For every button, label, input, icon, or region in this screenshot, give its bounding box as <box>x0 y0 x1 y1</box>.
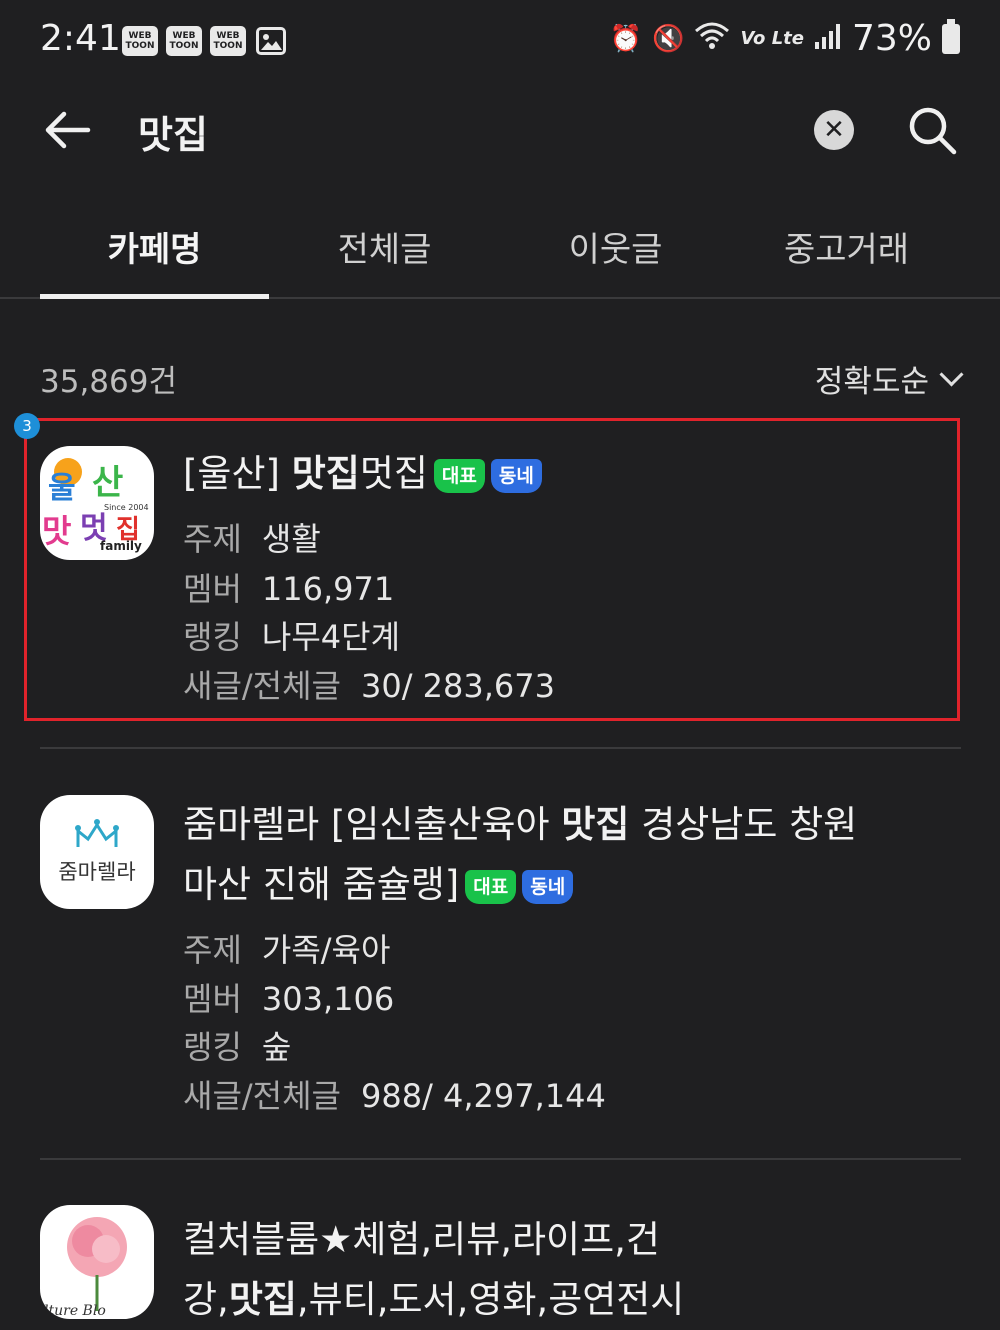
topic-label: 주제 <box>183 520 242 558</box>
sort-label: 정확도순 <box>814 364 929 400</box>
cafe-thumbnail[interactable]: 줌마렐라 <box>40 795 154 909</box>
status-right-cluster: ⏰ 🔇 Vo Lte 73% <box>610 18 960 59</box>
back-arrow-icon[interactable] <box>40 102 96 158</box>
tab-all-posts[interactable]: 전체글 <box>269 222 500 271</box>
battery-icon <box>942 18 960 54</box>
cafe-posts: 새글/전체글 988/ 4,297,144 <box>183 1071 606 1117</box>
cafe-ranking: 랭킹 숲 <box>183 1022 291 1068</box>
webtoon-notification-icon: WEB TOON <box>166 26 202 56</box>
cafe-name-keyword: 맛집 <box>291 452 360 495</box>
posts-label: 새글/전체글 <box>183 667 341 705</box>
status-time: 2:41 <box>40 18 121 59</box>
cafe-name[interactable]: 컬처블룸★체험,리뷰,라이프,건강,맛집,뷰티,도서,영화,공연전시 <box>183 1210 684 1330</box>
members-label: 멤버 <box>183 980 242 1018</box>
search-query-title[interactable]: 맛집 <box>138 104 208 159</box>
topic-value: 가족/육아 <box>261 931 391 969</box>
ranking-value: 숲 <box>261 1028 292 1066</box>
webtoon-notification-icon: WEB TOON <box>122 26 158 56</box>
ranking-label: 랭킹 <box>183 618 242 656</box>
clear-search-icon[interactable]: ✕ <box>814 110 854 150</box>
image-notification-icon <box>256 27 286 55</box>
thumb-text-ulsan: 울 <box>48 471 76 506</box>
ranking-value: 나무4단계 <box>261 618 401 656</box>
cafe-topic: 주제 가족/육아 <box>183 925 390 971</box>
svg-text:family: family <box>100 539 142 553</box>
volte-label: Vo Lte <box>740 28 804 49</box>
local-tag: 동네 <box>522 869 574 904</box>
posts-value: 30/ 283,673 <box>360 667 555 705</box>
signal-icon <box>814 18 842 59</box>
ranking-label: 랭킹 <box>183 1028 242 1066</box>
mute-icon: 🔇 <box>652 23 685 54</box>
cafe-name-suffix: 멋집 <box>359 452 428 495</box>
cafe-name-suffix: 경상남도 창원 <box>629 803 858 846</box>
members-value: 116,971 <box>261 570 395 608</box>
local-tag: 동네 <box>490 458 542 493</box>
svg-text:lture Blo: lture Blo <box>44 1303 106 1319</box>
cafe-thumbnail[interactable]: 울 산 Since 2004 맛 멋 집 family <box>40 446 154 560</box>
highlight-index-badge: 3 <box>14 413 40 439</box>
search-icon[interactable] <box>906 104 958 156</box>
members-label: 멤버 <box>183 570 242 608</box>
svg-text:줌마렐라: 줌마렐라 <box>58 860 135 884</box>
webtoon-notification-icon: WEB TOON <box>210 26 246 56</box>
cafe-name-keyword: 맛집 <box>228 1278 297 1321</box>
chevron-down-icon <box>939 362 964 387</box>
members-value: 303,106 <box>261 980 395 1018</box>
cafe-name-keyword: 맛집 <box>561 803 630 846</box>
svg-text:맛: 맛 <box>42 512 71 550</box>
posts-value: 988/ 4,297,144 <box>360 1077 606 1115</box>
tab-neighbor-posts[interactable]: 이웃글 <box>500 222 731 271</box>
cafe-topic: 주제 생활 <box>183 514 321 560</box>
cafe-members: 멤버 303,106 <box>183 974 394 1020</box>
cafe-name-line2: 마산 진해 줌슐랭] <box>183 863 460 906</box>
cafe-thumbnail[interactable]: lture Blo <box>40 1205 154 1319</box>
rep-tag: 대표 <box>465 869 517 904</box>
cafe-name-prefix: 강, <box>183 1278 229 1321</box>
result-count: 35,869건 <box>40 364 177 400</box>
topic-label: 주제 <box>183 931 242 969</box>
wifi-icon <box>694 20 730 57</box>
active-tab-indicator <box>40 294 269 299</box>
cafe-name[interactable]: [울산] 맛집멋집 대표 동네 <box>183 444 542 504</box>
cafe-name[interactable]: 줌마렐라 [임신출산육아 맛집 경상남도 창원마산 진해 줌슐랭] 대표 동네 <box>183 795 857 915</box>
sort-dropdown[interactable]: 정확도순 <box>814 356 964 401</box>
cafe-name-prefix: [울산] <box>183 452 292 495</box>
battery-percent: 73% <box>851 18 932 59</box>
cafe-name-line1: 컬처블룸★체험,리뷰,라이프,건 <box>183 1218 660 1261</box>
list-divider <box>40 1158 961 1160</box>
cafe-posts: 새글/전체글 30/ 283,673 <box>183 661 555 707</box>
alarm-icon: ⏰ <box>609 23 643 54</box>
cafe-ranking: 랭킹 나무4단계 <box>183 612 400 658</box>
posts-label: 새글/전체글 <box>183 1077 341 1115</box>
list-divider <box>40 747 961 749</box>
rep-tag: 대표 <box>433 458 485 493</box>
topic-value: 생활 <box>261 520 321 558</box>
cafe-name-suffix: ,뷰티,도서,영화,공연전시 <box>296 1278 685 1321</box>
tab-cafe-name[interactable]: 카페명 <box>40 222 269 271</box>
svg-text:Since 2004: Since 2004 <box>104 503 149 512</box>
tab-used-trade[interactable]: 중고거래 <box>731 222 962 271</box>
cafe-name-prefix: 줌마렐라 [임신출산육아 <box>183 803 562 846</box>
svg-text:산: 산 <box>92 463 123 503</box>
cafe-members: 멤버 116,971 <box>183 564 394 610</box>
